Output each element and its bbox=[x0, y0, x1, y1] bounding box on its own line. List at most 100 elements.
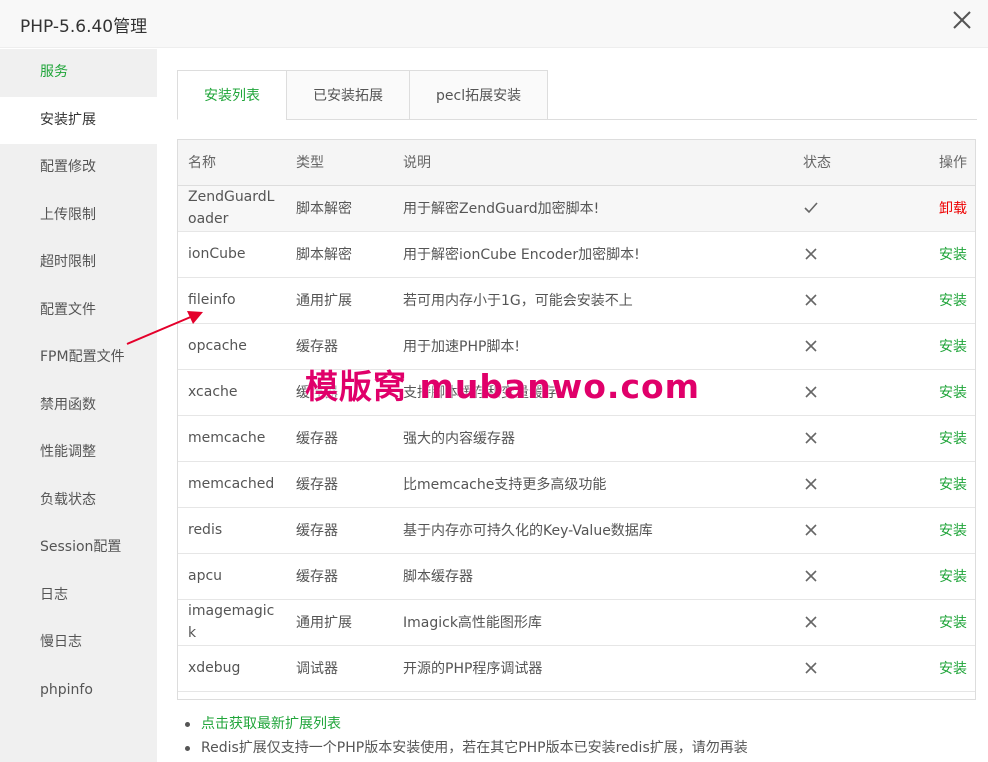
sidebar-item-log[interactable]: 日志 bbox=[0, 572, 157, 620]
extension-status bbox=[793, 323, 897, 370]
extension-desc: 比memcache支持更多高级功能 bbox=[393, 461, 793, 508]
sidebar-item-slow-log[interactable]: 慢日志 bbox=[0, 619, 157, 667]
install-button[interactable]: 安装 bbox=[939, 661, 967, 677]
install-button[interactable]: 安装 bbox=[939, 615, 967, 631]
header-name: 名称 bbox=[178, 140, 286, 186]
sidebar-item-install-extension[interactable]: 安装扩展 bbox=[0, 96, 157, 144]
extension-type: 通用扩展 bbox=[286, 599, 393, 646]
table-row: ZendGuardLoader 脚本解密 用于解密ZendGuard加密脚本! 卸载 bbox=[178, 185, 975, 232]
extension-table: 名称 类型 说明 状态 操作 ZendGuardLoader 脚本解密 用于解密Ze… bbox=[178, 140, 975, 692]
sidebar-item-session[interactable]: Session配置 bbox=[0, 524, 157, 572]
extension-op-cell: 卸载 bbox=[897, 185, 975, 232]
extension-type: 通用扩展 bbox=[286, 277, 393, 324]
table-header-row: 名称 类型 说明 状态 操作 bbox=[178, 140, 975, 186]
extension-op-cell: 安装 bbox=[897, 461, 975, 508]
extension-type: 调试器 bbox=[286, 645, 393, 692]
header-desc: 说明 bbox=[393, 140, 793, 186]
install-button[interactable]: 安装 bbox=[939, 385, 967, 401]
cross-icon bbox=[805, 294, 817, 306]
extension-op-cell: 安装 bbox=[897, 277, 975, 324]
extension-status bbox=[793, 231, 897, 278]
extension-status bbox=[793, 507, 897, 554]
cross-icon bbox=[805, 662, 817, 674]
notes-list: 点击获取最新扩展列表 Redis扩展仅支持一个PHP版本安装使用，若在其它PHP… bbox=[181, 712, 748, 760]
annotation-arrow-icon bbox=[126, 311, 203, 345]
extension-status bbox=[793, 645, 897, 692]
extension-status bbox=[793, 277, 897, 324]
extension-desc: 用于解密ionCube Encoder加密脚本! bbox=[393, 231, 793, 278]
sidebar-item-timeout-limit[interactable]: 超时限制 bbox=[0, 239, 157, 287]
extension-type: 脚本解密 bbox=[286, 185, 393, 232]
extension-name: xdebug bbox=[178, 645, 286, 692]
cross-icon bbox=[805, 386, 817, 398]
extension-status bbox=[793, 461, 897, 508]
sidebar-item-config-edit[interactable]: 配置修改 bbox=[0, 144, 157, 192]
extension-name: memcache bbox=[178, 415, 286, 462]
sidebar: 服务 安装扩展 配置修改 上传限制 超时限制 配置文件 FPM配置文件 禁用函数… bbox=[0, 49, 157, 762]
cross-icon bbox=[805, 248, 817, 260]
dialog-title: PHP-5.6.40管理 bbox=[20, 17, 148, 37]
extension-type: 缓存器 bbox=[286, 461, 393, 508]
sidebar-item-upload-limit[interactable]: 上传限制 bbox=[0, 192, 157, 240]
sidebar-item-performance[interactable]: 性能调整 bbox=[0, 429, 157, 477]
extension-name: redis bbox=[178, 507, 286, 554]
header-type: 类型 bbox=[286, 140, 393, 186]
header-status: 状态 bbox=[793, 140, 897, 186]
uninstall-button[interactable]: 卸载 bbox=[939, 201, 967, 217]
extension-op-cell: 安装 bbox=[897, 323, 975, 370]
extension-name: ionCube bbox=[178, 231, 286, 278]
extension-type: 缓存器 bbox=[286, 553, 393, 600]
tab-bar: 安装列表 已安装拓展 pecl拓展安装 bbox=[177, 70, 549, 120]
install-button[interactable]: 安装 bbox=[939, 569, 967, 585]
extension-op-cell: 安装 bbox=[897, 369, 975, 416]
sidebar-item-service[interactable]: 服务 bbox=[0, 49, 157, 97]
extension-op-cell: 安装 bbox=[897, 599, 975, 646]
extension-desc: 开源的PHP程序调试器 bbox=[393, 645, 793, 692]
table-row: redis 缓存器 基于内存亦可持久化的Key-Value数据库 安装 bbox=[178, 507, 975, 554]
extension-desc: Imagick高性能图形库 bbox=[393, 599, 793, 646]
extension-op-cell: 安装 bbox=[897, 231, 975, 278]
extension-type: 缓存器 bbox=[286, 415, 393, 462]
watermark-text: 模版窝 mubanwo.com bbox=[305, 367, 701, 406]
extension-op-cell: 安装 bbox=[897, 507, 975, 554]
extension-status bbox=[793, 185, 897, 232]
extension-table-container[interactable]: 名称 类型 说明 状态 操作 ZendGuardLoader 脚本解密 用于解密Ze… bbox=[177, 139, 976, 700]
install-button[interactable]: 安装 bbox=[939, 247, 967, 263]
extension-op-cell: 安装 bbox=[897, 645, 975, 692]
refresh-extension-list-link[interactable]: 点击获取最新扩展列表 bbox=[181, 712, 748, 736]
install-button[interactable]: 安装 bbox=[939, 523, 967, 539]
extension-name: imagemagick bbox=[178, 599, 286, 646]
sidebar-item-phpinfo[interactable]: phpinfo bbox=[0, 667, 157, 715]
sidebar-item-disabled-functions[interactable]: 禁用函数 bbox=[0, 382, 157, 430]
close-icon[interactable] bbox=[946, 6, 978, 38]
extension-op-cell: 安装 bbox=[897, 553, 975, 600]
extension-desc: 基于内存亦可持久化的Key-Value数据库 bbox=[393, 507, 793, 554]
install-button[interactable]: 安装 bbox=[939, 477, 967, 493]
extension-desc: 用于解密ZendGuard加密脚本! bbox=[393, 185, 793, 232]
cross-icon bbox=[805, 478, 817, 490]
extension-name: memcached bbox=[178, 461, 286, 508]
table-row: fileinfo 通用扩展 若可用内存小于1G，可能会安装不上 安装 bbox=[178, 277, 975, 324]
install-button[interactable]: 安装 bbox=[939, 339, 967, 355]
extension-name: apcu bbox=[178, 553, 286, 600]
extension-desc: 强大的内容缓存器 bbox=[393, 415, 793, 462]
extension-status bbox=[793, 369, 897, 416]
table-row: ionCube 脚本解密 用于解密ionCube Encoder加密脚本! 安装 bbox=[178, 231, 975, 278]
install-button[interactable]: 安装 bbox=[939, 293, 967, 309]
cross-icon bbox=[805, 340, 817, 352]
extension-name: xcache bbox=[178, 369, 286, 416]
dialog-titlebar: PHP-5.6.40管理 bbox=[0, 0, 988, 48]
extension-status bbox=[793, 415, 897, 462]
tab-installed-extensions[interactable]: 已安装拓展 bbox=[286, 70, 409, 120]
tab-install-list[interactable]: 安装列表 bbox=[177, 70, 286, 120]
redis-note: Redis扩展仅支持一个PHP版本安装使用，若在其它PHP版本已安装redis扩… bbox=[181, 736, 748, 760]
extension-desc: 若可用内存小于1G，可能会安装不上 bbox=[393, 277, 793, 324]
install-button[interactable]: 安装 bbox=[939, 431, 967, 447]
tab-pecl-install[interactable]: pecl拓展安装 bbox=[409, 70, 549, 120]
cross-icon bbox=[805, 616, 817, 628]
extension-type: 脚本解密 bbox=[286, 231, 393, 278]
header-op: 操作 bbox=[897, 140, 975, 186]
table-row: memcached 缓存器 比memcache支持更多高级功能 安装 bbox=[178, 461, 975, 508]
sidebar-item-load-status[interactable]: 负载状态 bbox=[0, 477, 157, 525]
extension-op-cell: 安装 bbox=[897, 415, 975, 462]
